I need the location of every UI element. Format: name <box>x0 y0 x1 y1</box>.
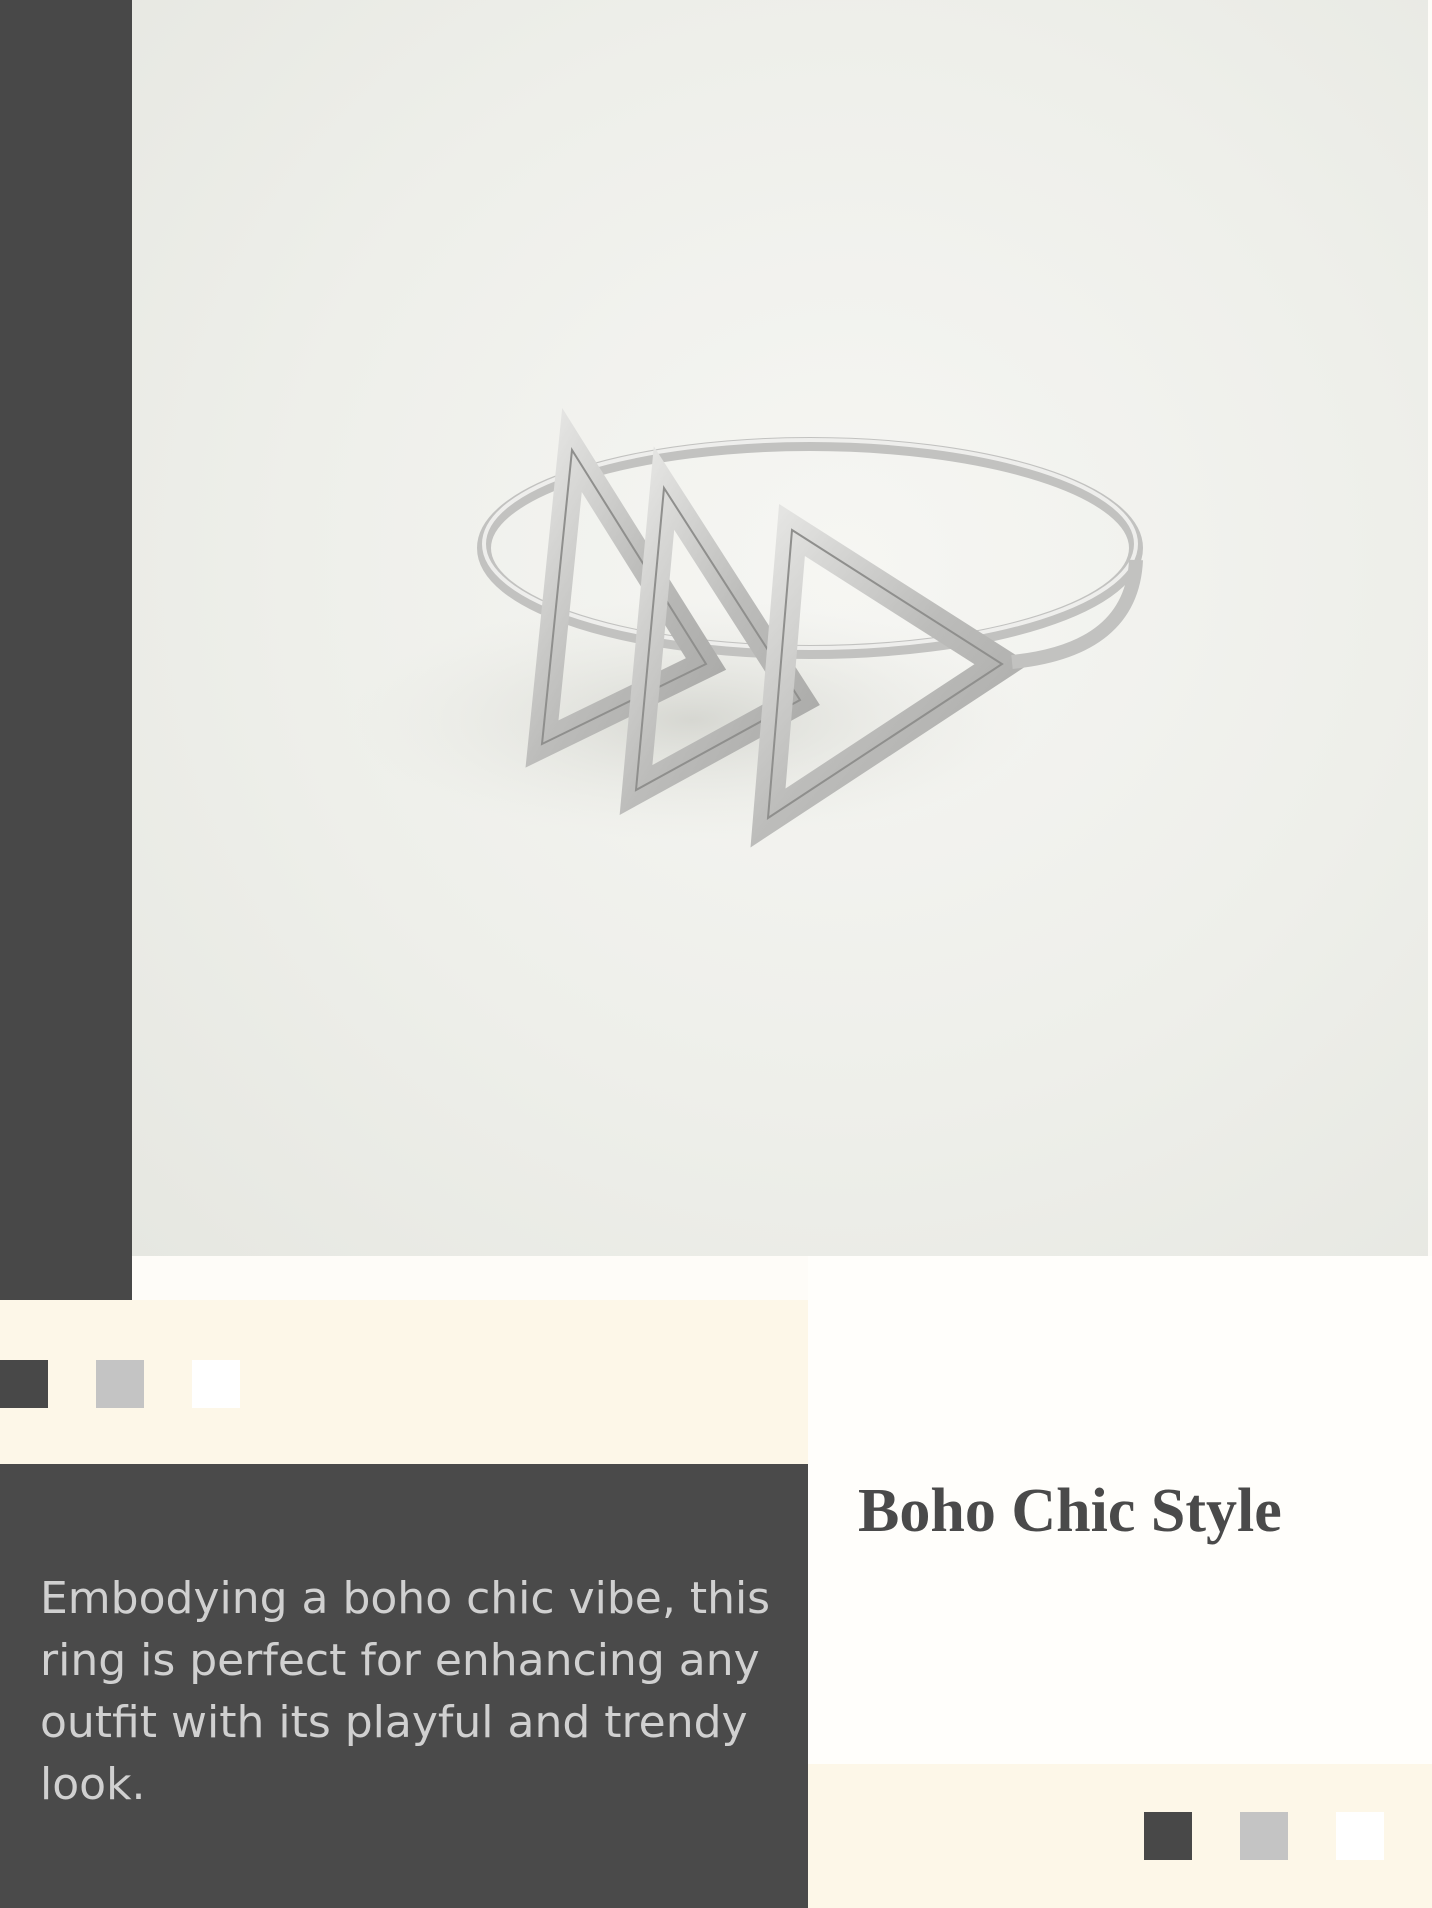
swatch-white <box>192 1360 240 1408</box>
swatch-white <box>1336 1812 1384 1860</box>
swatch-gray <box>1240 1812 1288 1860</box>
swatch-gray <box>96 1360 144 1408</box>
product-title: Boho Chic Style <box>858 1477 1282 1545</box>
ring-illustration <box>352 407 1143 848</box>
left-dark-bar <box>0 0 132 1300</box>
swatch-dark <box>1144 1812 1192 1860</box>
product-description: Embodying a boho chic vibe, this ring is… <box>40 1573 771 1810</box>
swatch-dark <box>0 1360 48 1408</box>
product-photo <box>132 0 1428 1256</box>
